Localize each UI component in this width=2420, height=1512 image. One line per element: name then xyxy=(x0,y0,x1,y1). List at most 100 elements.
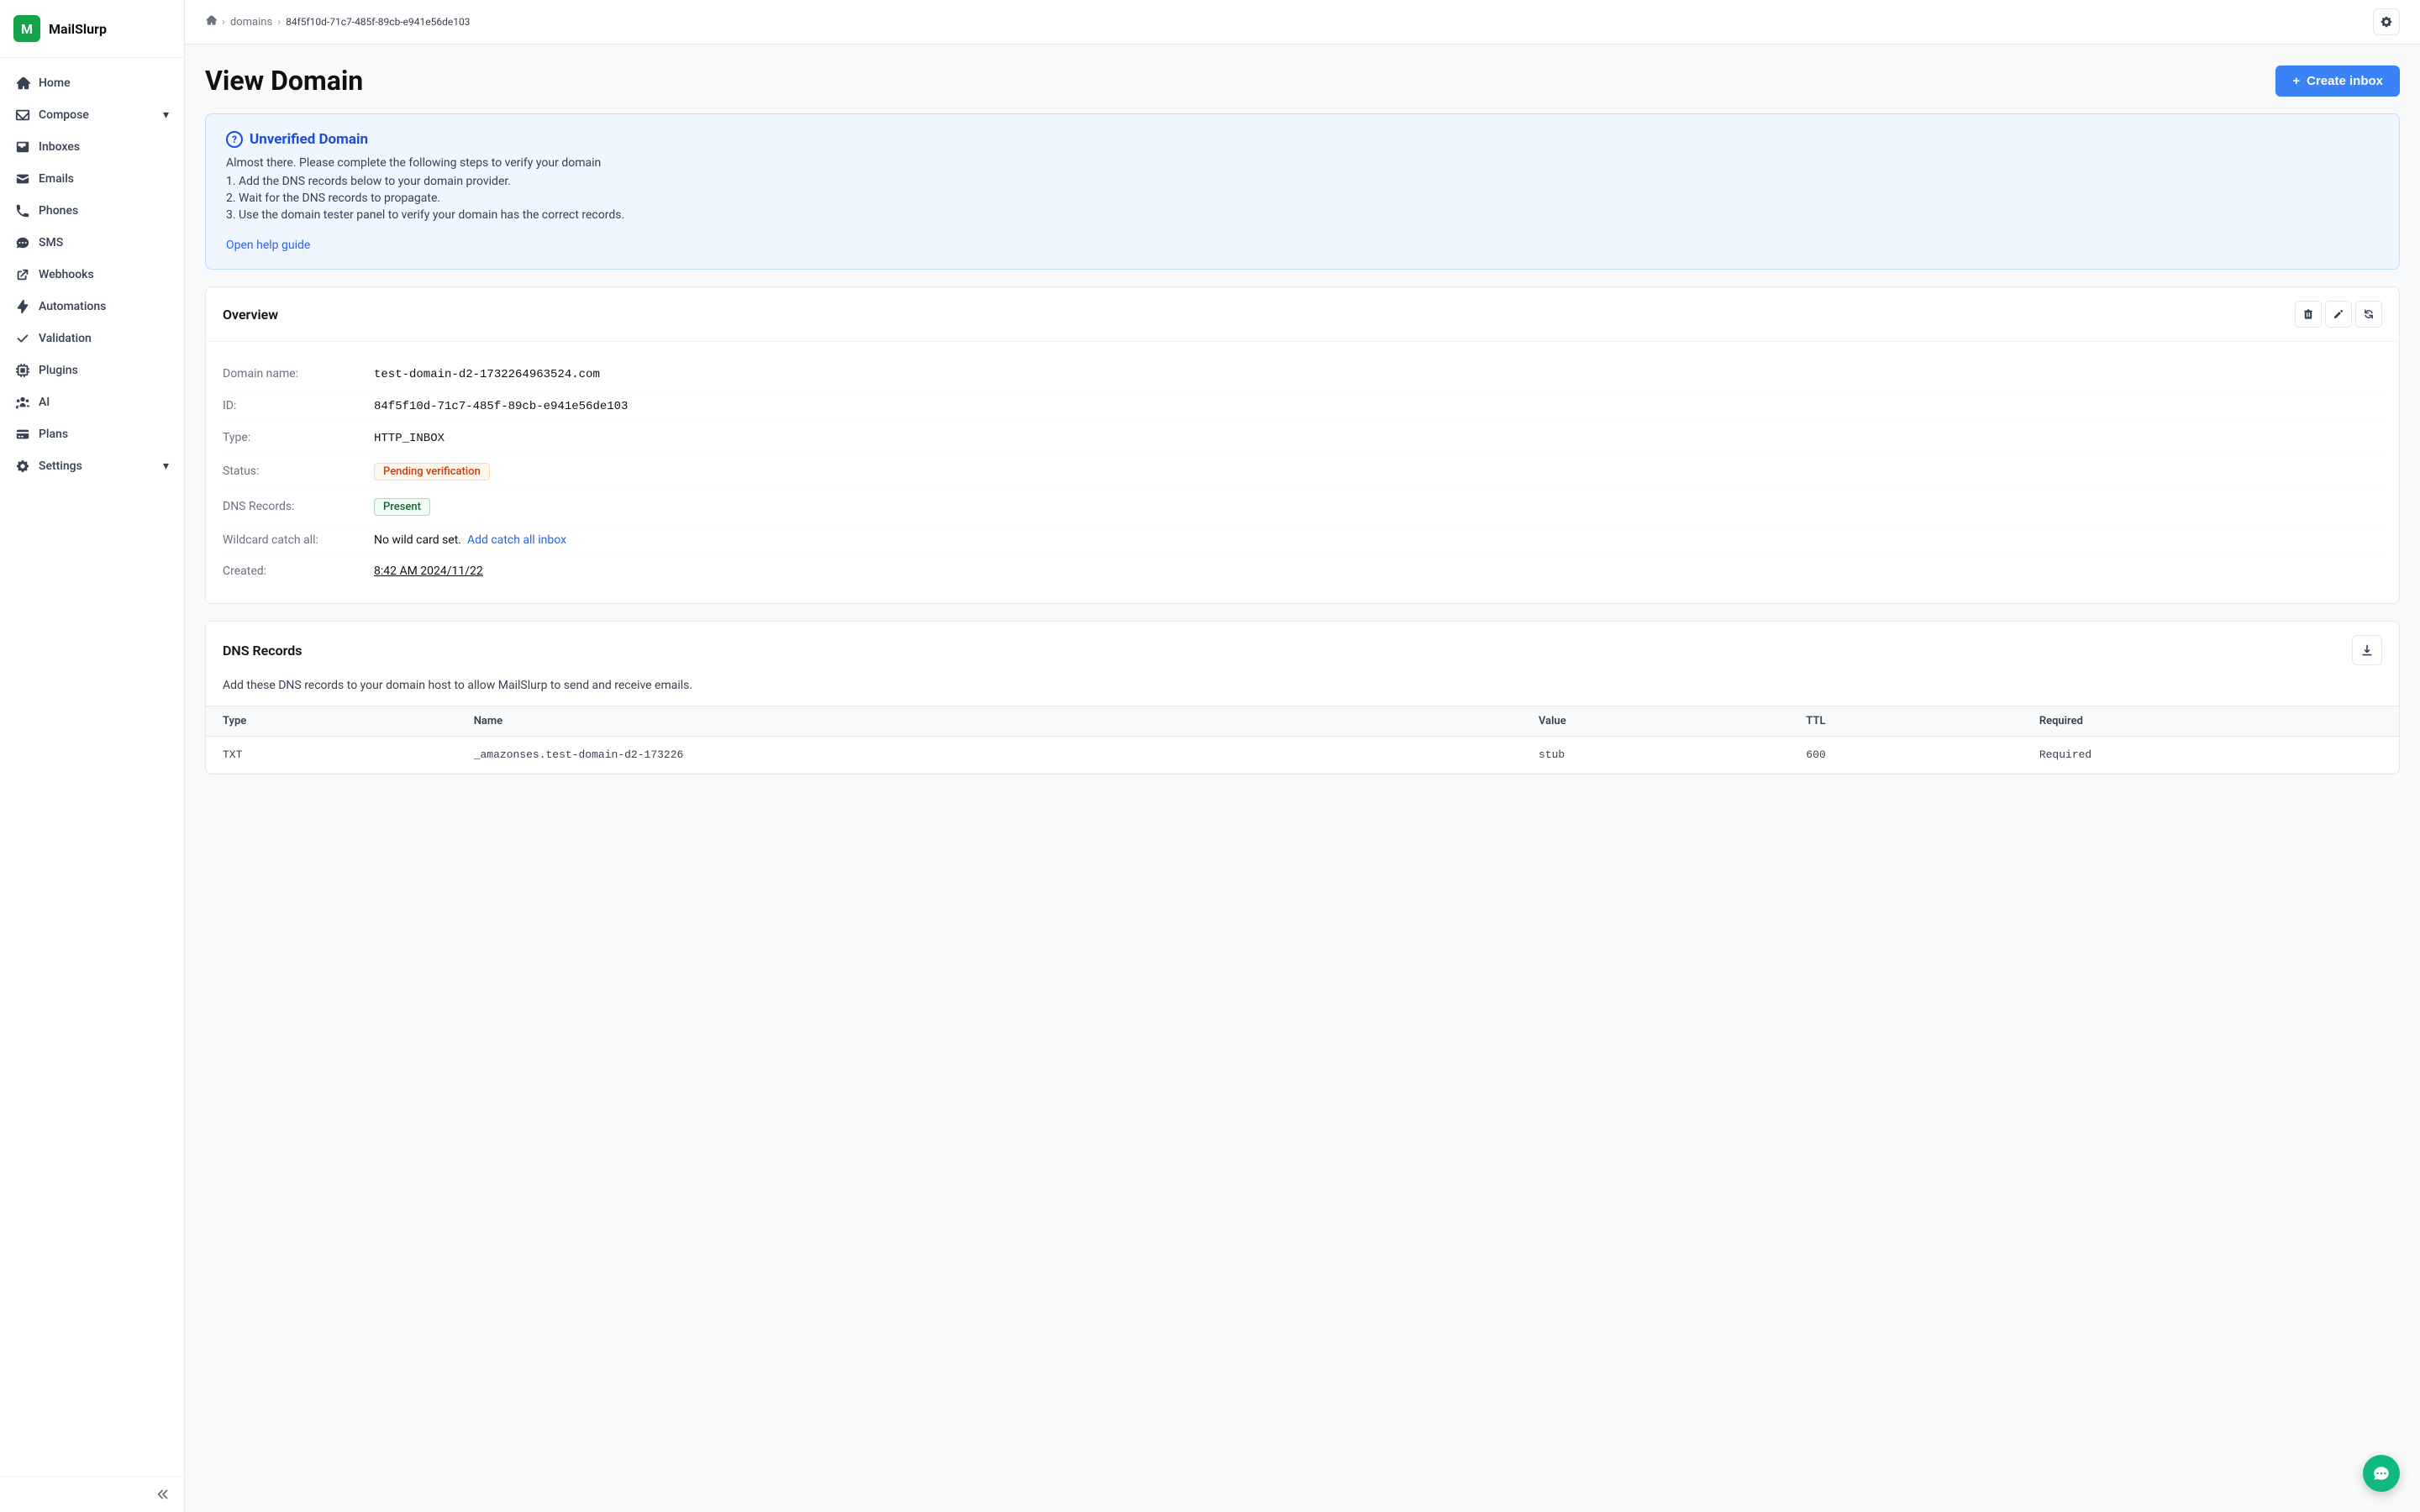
dns-records-card-title: DNS Records xyxy=(223,643,302,659)
pencil-icon xyxy=(2333,308,2344,320)
page-content: View Domain + Create inbox ? Unverified … xyxy=(185,45,2420,1512)
logo-icon: M xyxy=(13,15,40,42)
table-row: TXT _amazonses.test-domain-d2-173226 stu… xyxy=(206,737,2399,774)
sidebar-item-label-phones: Phones xyxy=(39,204,78,218)
logo-text: MailSlurp xyxy=(49,21,107,37)
sidebar-item-phones[interactable]: Phones xyxy=(7,196,177,226)
dns-records-card-header: DNS Records xyxy=(206,622,2399,679)
refresh-button[interactable] xyxy=(2355,301,2382,328)
breadcrumb-domain-id: 84f5f10d-71c7-485f-89cb-e941e56de103 xyxy=(286,16,470,28)
overview-label-type: Type: xyxy=(223,431,374,444)
overview-label-domain-name: Domain name: xyxy=(223,367,374,381)
alert-title: ? Unverified Domain xyxy=(226,131,2379,148)
alert-step-2: 2. Wait for the DNS records to propagate… xyxy=(226,192,2379,205)
overview-card-title: Overview xyxy=(223,307,278,323)
sidebar-item-label-settings: Settings xyxy=(39,459,82,473)
row-value: stub xyxy=(1522,737,1789,774)
sidebar-item-label-sms: SMS xyxy=(39,236,63,249)
breadcrumb-home-icon[interactable] xyxy=(205,14,217,29)
col-name: Name xyxy=(457,706,1522,737)
chat-bubble[interactable] xyxy=(2363,1455,2400,1492)
row-ttl: 600 xyxy=(1789,737,2022,774)
overview-row-status: Status: Pending verification xyxy=(223,454,2382,490)
webhook-icon xyxy=(15,267,30,282)
compose-icon xyxy=(15,108,30,123)
sidebar-item-sms[interactable]: SMS xyxy=(7,228,177,258)
sidebar-item-inboxes[interactable]: Inboxes xyxy=(7,132,177,162)
validation-icon xyxy=(15,331,30,346)
open-help-guide-link[interactable]: Open help guide xyxy=(226,239,310,252)
sidebar-item-label-ai: AI xyxy=(39,396,50,409)
sidebar-item-validation[interactable]: Validation xyxy=(7,323,177,354)
sidebar-item-emails[interactable]: Emails xyxy=(7,164,177,194)
sidebar-item-label-plugins: Plugins xyxy=(39,364,78,377)
sidebar-item-plugins[interactable]: Plugins xyxy=(7,355,177,386)
chat-icon xyxy=(2372,1464,2391,1483)
alert-title-text: Unverified Domain xyxy=(250,131,368,148)
collapse-button[interactable] xyxy=(0,1476,184,1512)
ai-icon xyxy=(15,395,30,410)
breadcrumb-domains-link[interactable]: domains xyxy=(230,16,272,29)
sidebar-item-automations[interactable]: Automations xyxy=(7,291,177,322)
collapse-icon xyxy=(155,1487,171,1502)
overview-value-wildcard: No wild card set. Add catch all inbox xyxy=(374,533,566,547)
overview-value-type: HTTP_INBOX xyxy=(374,432,445,445)
row-required: Required xyxy=(2023,737,2399,774)
delete-button[interactable] xyxy=(2295,301,2322,328)
alert-icon: ? xyxy=(226,131,243,148)
sidebar-logo: M MailSlurp xyxy=(0,0,184,58)
phone-icon xyxy=(15,203,30,218)
add-catch-all-link[interactable]: Add catch all inbox xyxy=(467,533,566,547)
alert-step-3: 3. Use the domain tester panel to verify… xyxy=(226,208,2379,222)
overview-label-dns-records: DNS Records: xyxy=(223,500,374,513)
chevron-down-icon: ▾ xyxy=(163,108,169,122)
edit-button[interactable] xyxy=(2325,301,2352,328)
sidebar-nav: Home Compose ▾ Inboxes Emails Phones SMS xyxy=(0,58,184,1476)
breadcrumb-sep-2: › xyxy=(277,16,281,29)
sidebar-item-webhooks[interactable]: Webhooks xyxy=(7,260,177,290)
wildcard-no-text: No wild card set. xyxy=(374,533,461,547)
plus-icon: + xyxy=(2292,74,2300,88)
inbox-icon xyxy=(15,139,30,155)
sidebar-item-ai[interactable]: AI xyxy=(7,387,177,417)
plugins-icon xyxy=(15,363,30,378)
sidebar: M MailSlurp Home Compose ▾ Inboxes Email… xyxy=(0,0,185,1512)
create-inbox-button[interactable]: + Create inbox xyxy=(2275,66,2400,97)
settings-icon xyxy=(15,459,30,474)
sidebar-item-label-validation: Validation xyxy=(39,332,92,345)
overview-row-domain-name: Domain name: test-domain-d2-173226496352… xyxy=(223,359,2382,391)
col-type: Type xyxy=(206,706,457,737)
trash-icon xyxy=(2302,308,2314,320)
download-button[interactable] xyxy=(2352,635,2382,665)
row-type: TXT xyxy=(206,737,457,774)
alert-step-1: 1. Add the DNS records below to your dom… xyxy=(226,175,2379,188)
sidebar-item-compose[interactable]: Compose ▾ xyxy=(7,100,177,130)
sidebar-item-settings[interactable]: Settings ▾ xyxy=(7,451,177,481)
sidebar-item-plans[interactable]: Plans xyxy=(7,419,177,449)
overview-card-body: Domain name: test-domain-d2-173226496352… xyxy=(206,342,2399,603)
overview-label-wildcard: Wildcard catch all: xyxy=(223,533,374,547)
create-inbox-label: Create inbox xyxy=(2307,74,2383,88)
unverified-domain-alert: ? Unverified Domain Almost there. Please… xyxy=(205,113,2400,270)
overview-value-id: 84f5f10d-71c7-485f-89cb-e941e56de103 xyxy=(374,400,628,413)
overview-row-id: ID: 84f5f10d-71c7-485f-89cb-e941e56de103 xyxy=(223,391,2382,423)
automation-icon xyxy=(15,299,30,314)
sidebar-item-label-compose: Compose xyxy=(39,108,89,122)
global-settings-button[interactable] xyxy=(2373,8,2400,35)
breadcrumb-sep-1: › xyxy=(222,16,225,29)
col-value: Value xyxy=(1522,706,1789,737)
main-content: › domains › 84f5f10d-71c7-485f-89cb-e941… xyxy=(185,0,2420,1512)
overview-value-created: 8:42 AM 2024/11/22 xyxy=(374,564,483,578)
overview-value-domain-name: test-domain-d2-1732264963524.com xyxy=(374,368,600,381)
page-title: View Domain xyxy=(205,65,363,97)
row-name: _amazonses.test-domain-d2-173226 xyxy=(457,737,1522,774)
sidebar-item-label-emails: Emails xyxy=(39,172,74,186)
dns-records-description: Add these DNS records to your domain hos… xyxy=(206,679,2399,706)
sidebar-item-label-home: Home xyxy=(39,76,71,90)
overview-row-type: Type: HTTP_INBOX xyxy=(223,423,2382,454)
refresh-icon xyxy=(2363,308,2375,320)
overview-label-status: Status: xyxy=(223,465,374,478)
topbar-right xyxy=(2373,8,2400,35)
sidebar-item-label-webhooks: Webhooks xyxy=(39,268,94,281)
sidebar-item-home[interactable]: Home xyxy=(7,68,177,98)
